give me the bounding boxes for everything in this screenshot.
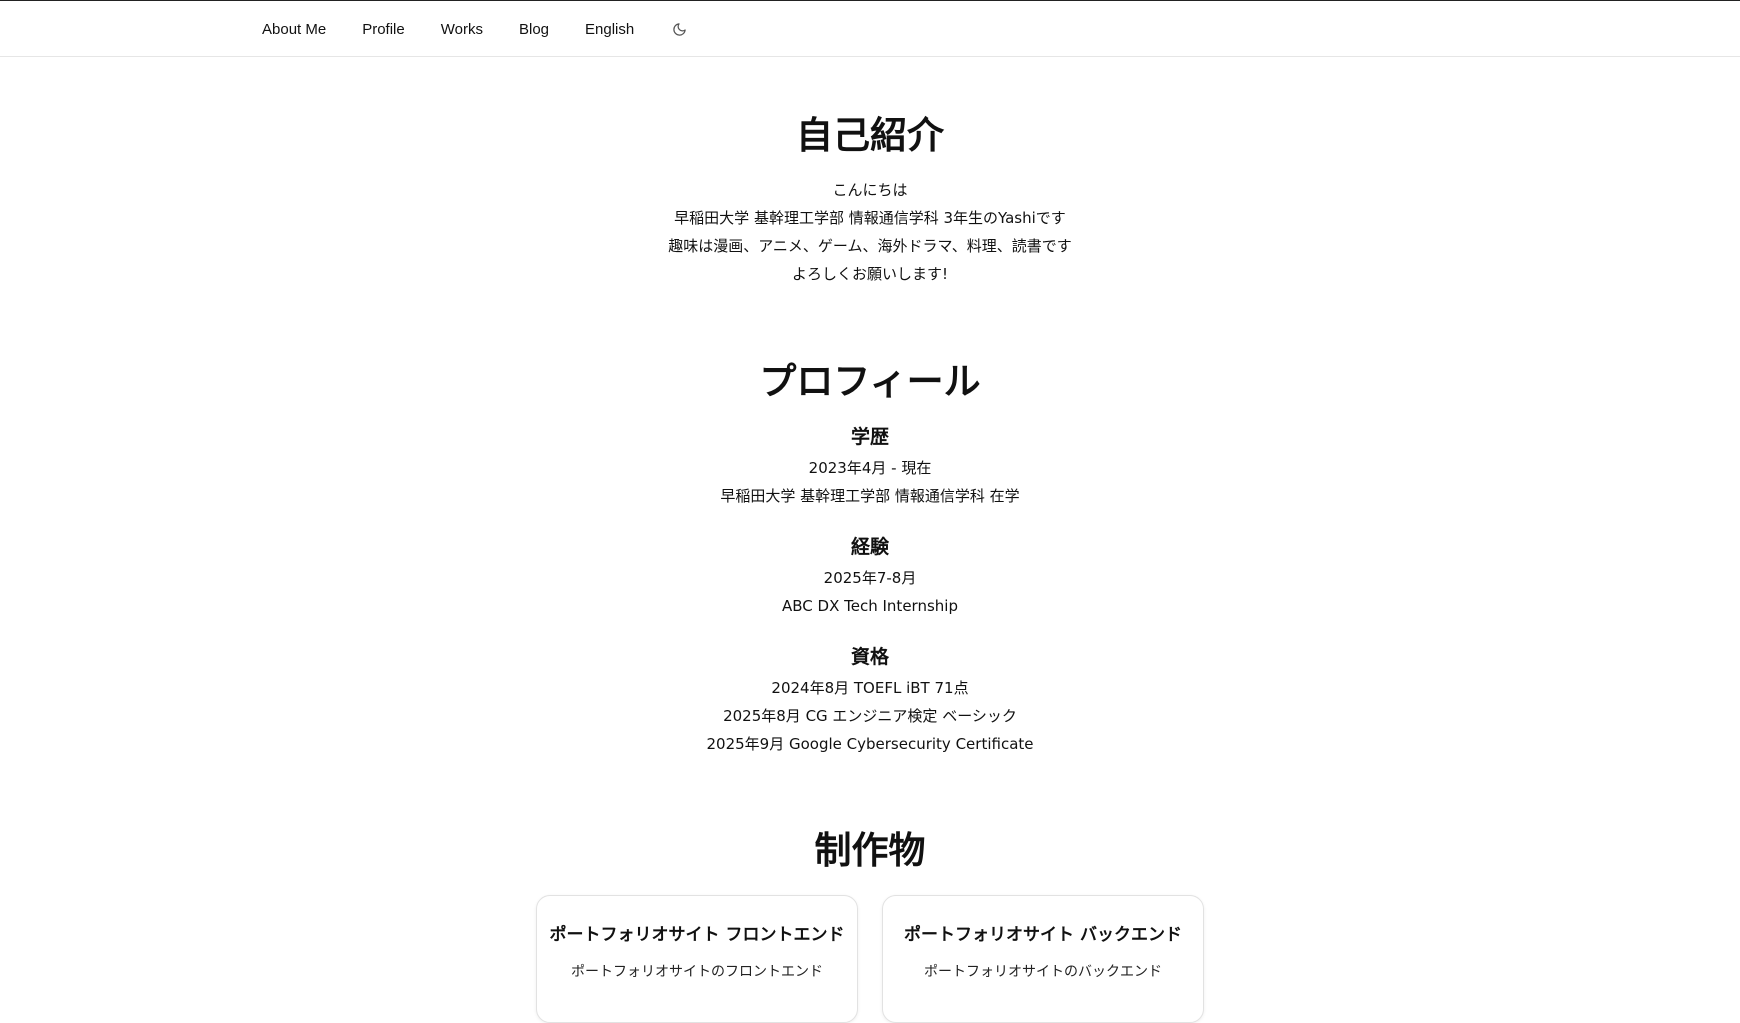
work-card-title: ポートフォリオサイト フロントエンド	[549, 925, 845, 945]
work-card-frontend[interactable]: ポートフォリオサイト フロントエンド ポートフォリオサイトのフロントエンド	[536, 895, 858, 1023]
education-line: 早稲田大学 基幹理工学部 情報通信学科 在学	[720, 487, 1020, 505]
about-line: 早稲田大学 基幹理工学部 情報通信学科 3年生のYashiです	[674, 209, 1066, 227]
certifications-heading: 資格	[850, 646, 889, 668]
nav-link-about-me[interactable]: About Me	[262, 21, 326, 38]
about-line: 趣味は漫画、アニメ、ゲーム、海外ドラマ、料理、読書です	[668, 237, 1072, 255]
experience-line: 2025年7-8月	[823, 569, 917, 587]
about-line: よろしくお願いします!	[791, 265, 948, 283]
education-heading: 学歴	[850, 426, 889, 448]
education-line: 2023年4月 - 現在	[808, 459, 932, 477]
main-nav: About Me Profile Works Blog English	[262, 1, 688, 58]
about-title: 自己紹介	[796, 114, 944, 157]
works-card-grid: ポートフォリオサイト フロントエンド ポートフォリオサイトのフロントエンド ポー…	[0, 895, 1740, 1023]
education-block: 学歴 2023年4月 - 現在 早稲田大学 基幹理工学部 情報通信学科 在学	[0, 424, 1740, 510]
nav-link-blog[interactable]: Blog	[519, 21, 549, 38]
work-card-title: ポートフォリオサイト バックエンド	[904, 925, 1182, 945]
nav-link-works[interactable]: Works	[441, 21, 483, 38]
about-line: こんにちは	[832, 181, 908, 199]
profile-section: プロフィール 学歴 2023年4月 - 現在 早稲田大学 基幹理工学部 情報通信…	[0, 363, 1740, 758]
experience-block: 経験 2025年7-8月 ABC DX Tech Internship	[0, 534, 1740, 620]
work-card-backend[interactable]: ポートフォリオサイト バックエンド ポートフォリオサイトのバックエンド	[882, 895, 1204, 1023]
moon-icon	[673, 23, 686, 36]
about-section: 自己紹介 こんにちは 早稲田大学 基幹理工学部 情報通信学科 3年生のYashi…	[0, 117, 1740, 288]
nav-link-profile[interactable]: Profile	[362, 21, 405, 38]
about-text: こんにちは 早稲田大学 基幹理工学部 情報通信学科 3年生のYashiです 趣味…	[0, 176, 1740, 288]
works-section: 制作物 ポートフォリオサイト フロントエンド ポートフォリオサイトのフロントエン…	[0, 832, 1740, 1023]
certification-line: 2025年9月 Google Cybersecurity Certificate	[706, 735, 1034, 753]
works-title: 制作物	[814, 829, 926, 872]
experience-line: ABC DX Tech Internship	[782, 597, 958, 615]
work-card-description: ポートフォリオサイトのバックエンド	[924, 964, 1162, 980]
work-card-description: ポートフォリオサイトのフロントエンド	[571, 964, 823, 980]
experience-heading: 経験	[850, 536, 889, 558]
profile-title: プロフィール	[759, 360, 981, 403]
main-content: 自己紹介 こんにちは 早稲田大学 基幹理工学部 情報通信学科 3年生のYashi…	[0, 57, 1740, 1023]
certifications-block: 資格 2024年8月 TOEFL iBT 71点 2025年8月 CG エンジニ…	[0, 644, 1740, 758]
top-navigation-bar: About Me Profile Works Blog English	[0, 0, 1740, 57]
theme-toggle-button[interactable]	[670, 21, 688, 39]
nav-link-language-english[interactable]: English	[585, 21, 634, 38]
certification-line: 2024年8月 TOEFL iBT 71点	[771, 679, 969, 697]
certification-line: 2025年8月 CG エンジニア検定 ベーシック	[723, 707, 1017, 725]
